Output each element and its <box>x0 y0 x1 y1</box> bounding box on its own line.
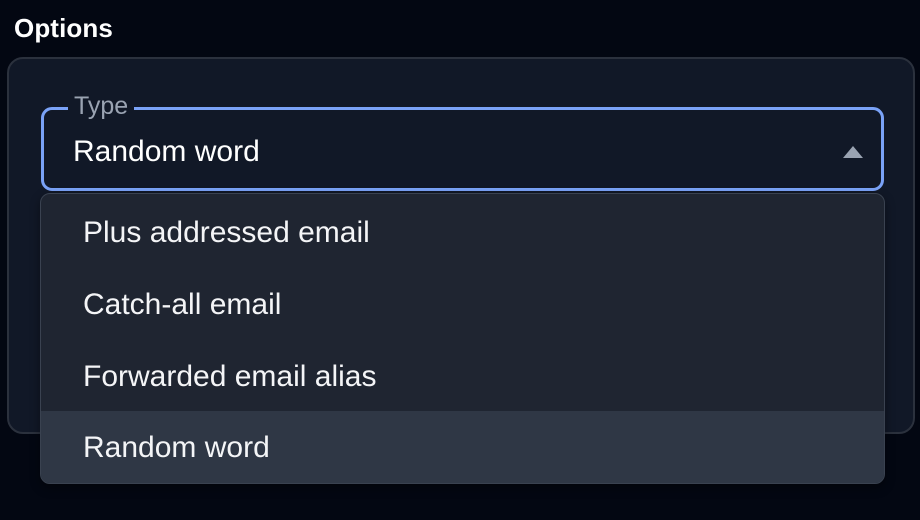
option-plus-addressed-email[interactable]: Plus addressed email <box>41 196 884 269</box>
option-forwarded-email-alias[interactable]: Forwarded email alias <box>41 340 884 413</box>
type-label: Type <box>68 90 135 122</box>
option-random-word[interactable]: Random word <box>41 411 884 483</box>
option-catch-all-email[interactable]: Catch-all email <box>41 268 884 341</box>
generator-options-page: Options Type Random word Plus addressed … <box>0 0 920 520</box>
type-dropdown-menu: Plus addressed email Catch-all email For… <box>40 193 885 484</box>
options-heading: Options <box>14 13 113 43</box>
type-selected-value[interactable]: Random word <box>73 132 260 172</box>
caret-up-icon[interactable] <box>842 145 864 159</box>
